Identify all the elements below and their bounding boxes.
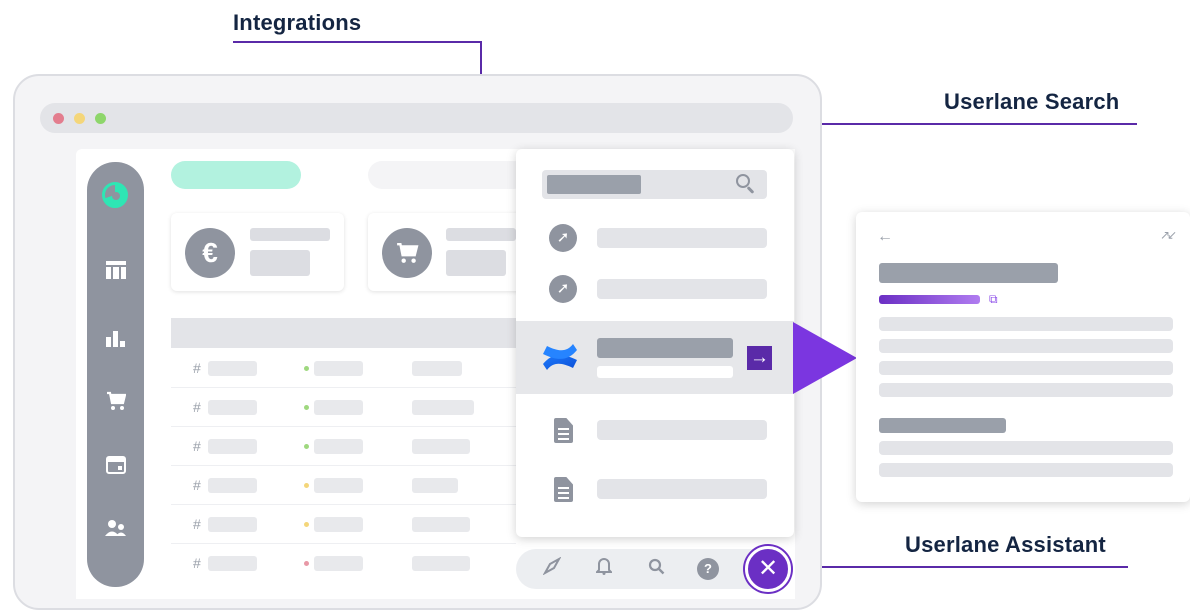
status-dot (304, 366, 309, 371)
toolbar-placeholder (368, 161, 528, 189)
row-marker: # (193, 399, 201, 415)
collapse-icon[interactable]: ↗↙ (1160, 228, 1177, 242)
back-icon[interactable]: ← (877, 228, 893, 246)
detail-text-line (879, 361, 1173, 375)
detail-subheading-placeholder (879, 418, 1006, 433)
users-icon[interactable] (87, 518, 144, 542)
page-title-placeholder (171, 161, 301, 189)
bar-chart-icon[interactable] (87, 328, 144, 352)
cart-stat-icon (382, 228, 432, 278)
row-marker: # (193, 555, 201, 571)
status-dot (304, 444, 309, 449)
search-icon[interactable] (736, 174, 750, 188)
detail-title-placeholder (879, 263, 1058, 283)
cell-status-placeholder (314, 439, 363, 454)
cell-value-placeholder (412, 556, 470, 571)
detail-text-line (879, 339, 1173, 353)
euro-icon: € (185, 228, 235, 278)
row-divider (171, 426, 516, 427)
cell-value-placeholder (412, 478, 458, 493)
detail-text-line (879, 383, 1173, 397)
result-item[interactable] (597, 479, 767, 499)
result-subtitle-placeholder (597, 366, 733, 378)
address-bar[interactable] (40, 103, 793, 133)
cell-id-placeholder (208, 517, 257, 532)
calendar-icon[interactable] (87, 455, 144, 479)
help-icon[interactable]: ? (697, 558, 719, 580)
status-dot (304, 483, 309, 488)
confluence-icon (541, 340, 579, 379)
row-marker: # (193, 360, 201, 376)
stat-label-placeholder (250, 228, 330, 241)
result-detail-card (856, 212, 1190, 502)
compass-icon: ➚ (549, 224, 577, 252)
cell-status-placeholder (314, 400, 363, 415)
result-item[interactable] (597, 279, 767, 299)
cell-id-placeholder (208, 478, 257, 493)
row-marker: # (193, 438, 201, 454)
status-dot (304, 405, 309, 410)
cell-status-placeholder (314, 361, 363, 376)
search-query-placeholder (547, 175, 641, 194)
cell-value-placeholder (412, 361, 462, 376)
status-dot (304, 561, 309, 566)
cell-value-placeholder (412, 439, 470, 454)
stat-value-placeholder (250, 250, 310, 276)
cell-value-placeholder (412, 400, 474, 415)
close-window-dot[interactable] (53, 113, 64, 124)
row-divider (171, 465, 516, 466)
bell-icon[interactable] (592, 556, 616, 582)
detail-source-link[interactable] (879, 295, 980, 304)
cart-icon[interactable] (87, 391, 144, 416)
row-divider (171, 387, 516, 388)
detail-text-line (879, 441, 1173, 455)
detail-text-line (879, 317, 1173, 331)
table-header (171, 318, 531, 348)
row-marker: # (193, 477, 201, 493)
table-icon[interactable] (87, 260, 144, 284)
compass-icon: ➚ (549, 275, 577, 303)
open-result-button[interactable]: → (747, 346, 772, 370)
detail-text-line (879, 463, 1173, 477)
callout-userlane-assistant: Userlane Assistant (905, 532, 1106, 557)
cell-id-placeholder (208, 361, 257, 376)
callout-userlane-search: Userlane Search (944, 89, 1120, 114)
cell-id-placeholder (208, 400, 257, 415)
row-divider (171, 504, 516, 505)
result-title-placeholder (597, 338, 733, 358)
compass-icon[interactable] (540, 556, 564, 582)
minimize-window-dot[interactable] (74, 113, 85, 124)
cell-id-placeholder (208, 556, 257, 571)
expand-arrow (793, 322, 857, 394)
status-dot (304, 522, 309, 527)
row-marker: # (193, 516, 201, 532)
stat-label-placeholder (446, 228, 516, 241)
search-icon[interactable] (644, 556, 668, 582)
cell-status-placeholder (314, 556, 363, 571)
cell-status-placeholder (314, 517, 363, 532)
cell-value-placeholder (412, 517, 470, 532)
external-link-icon[interactable]: ⧉ (989, 293, 998, 305)
callout-integrations: Integrations (233, 10, 362, 35)
result-item[interactable] (597, 228, 767, 248)
cell-status-placeholder (314, 478, 363, 493)
logo-icon[interactable] (102, 182, 128, 208)
row-divider (171, 543, 516, 544)
result-item[interactable] (597, 420, 767, 440)
close-assistant-button[interactable]: ✕ (745, 546, 791, 592)
stat-value-placeholder (446, 250, 506, 276)
cell-id-placeholder (208, 439, 257, 454)
maximize-window-dot[interactable] (95, 113, 106, 124)
